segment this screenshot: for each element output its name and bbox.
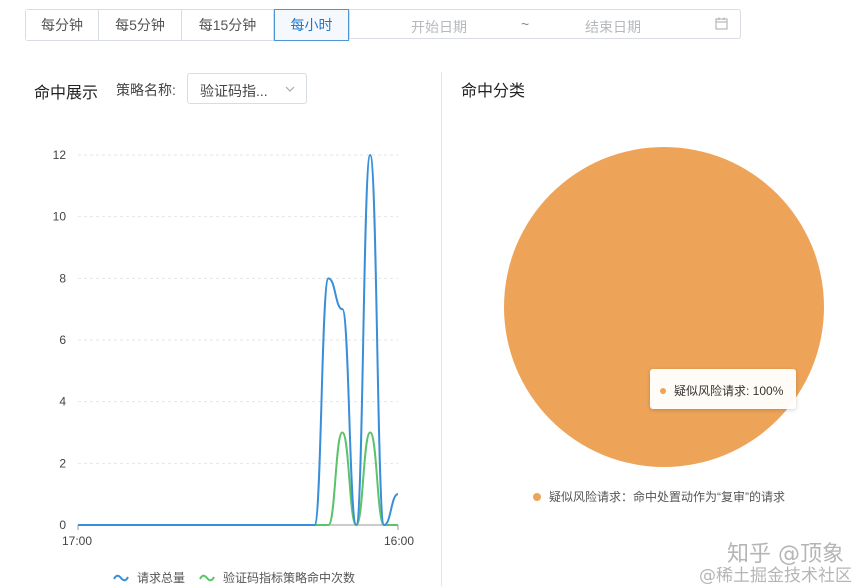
- pie-legend-dot: [533, 493, 541, 501]
- tooltip-dot: [660, 388, 666, 394]
- pie-tooltip: 疑似风险请求: 100%: [650, 369, 796, 409]
- tooltip-text: 疑似风险请求: 100%: [674, 384, 784, 398]
- pie-legend-label: 疑似风险请求：命中处置动作为“复审”的请求: [549, 490, 785, 504]
- watermark-juejin: @稀土掘金技术社区: [699, 566, 852, 586]
- pie-slice-suspicious[interactable]: [504, 147, 824, 467]
- pie-legend-item[interactable]: 疑似风险请求：命中处置动作为“复审”的请求: [533, 488, 785, 505]
